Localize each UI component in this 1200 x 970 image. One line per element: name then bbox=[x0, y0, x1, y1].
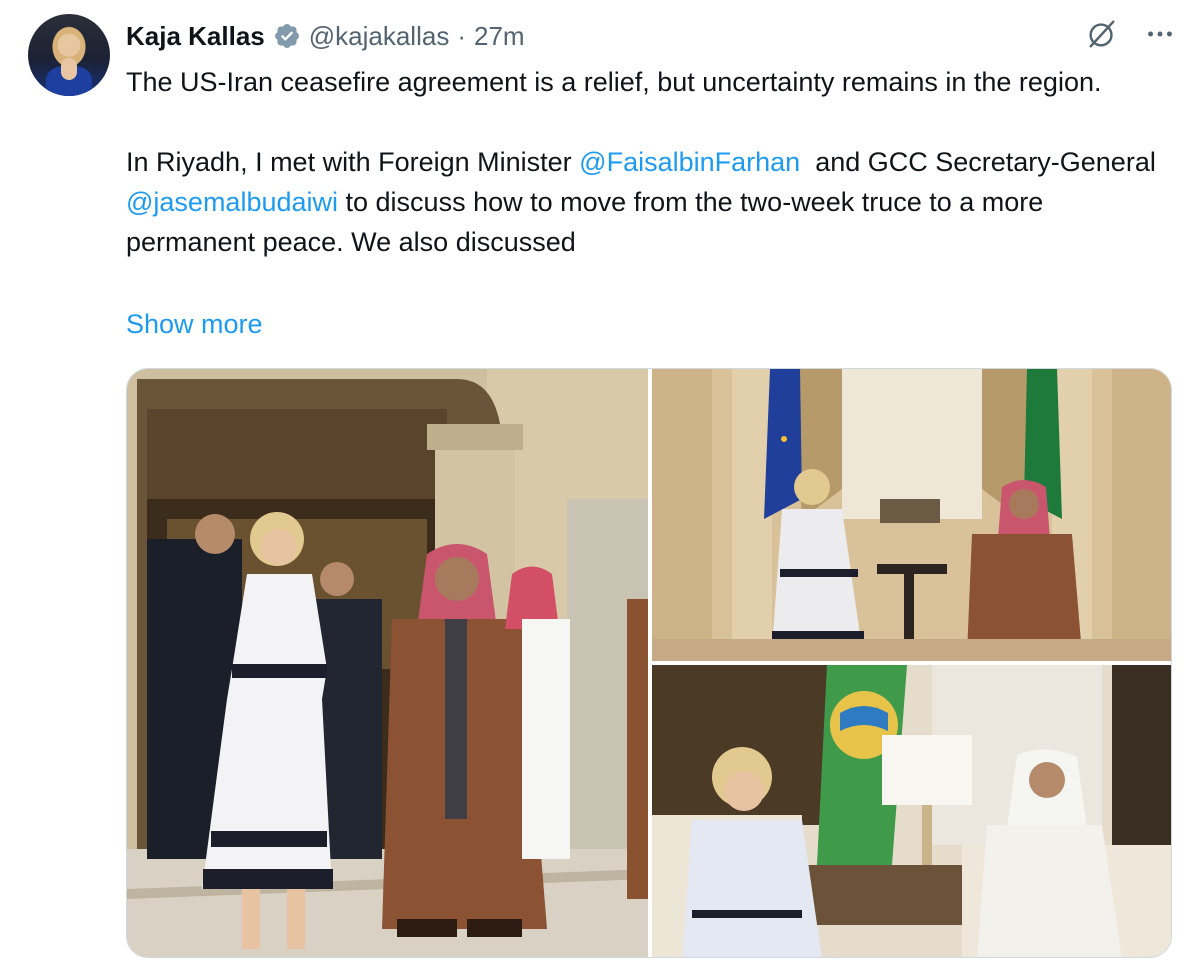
author-avatar[interactable] bbox=[28, 14, 110, 96]
text-segment: and GCC Secretary-General bbox=[800, 147, 1164, 177]
show-more-link[interactable]: Show more bbox=[126, 304, 263, 344]
tweet-header: Kaja Kallas @kajakallas · 27m bbox=[126, 18, 525, 54]
tweet-timestamp[interactable]: 27m bbox=[474, 21, 525, 52]
tweet-card: Kaja Kallas @kajakallas · 27m The US-Ira… bbox=[0, 0, 1200, 970]
tweet-text: The US-Iran ceasefire agreement is a rel… bbox=[126, 62, 1176, 262]
more-options-icon[interactable] bbox=[1142, 16, 1178, 52]
author-handle[interactable]: @kajakallas bbox=[309, 21, 450, 52]
avatar-hands bbox=[61, 58, 77, 80]
tweet-paragraph-2: In Riyadh, I met with Foreign Minister @… bbox=[126, 142, 1176, 262]
verified-badge-icon bbox=[273, 22, 301, 50]
tweet-paragraph-1: The US-Iran ceasefire agreement is a rel… bbox=[126, 67, 1102, 97]
text-segment: In Riyadh, I met with Foreign Minister bbox=[126, 147, 580, 177]
mention-jasemalbudaiwi[interactable]: @jasemalbudaiwi bbox=[126, 187, 338, 217]
separator-dot: · bbox=[457, 20, 466, 51]
photo-meeting-gcc[interactable] bbox=[652, 665, 1171, 957]
mention-faisalbinfarhan[interactable]: @FaisalbinFarhan bbox=[579, 147, 800, 177]
author-name[interactable]: Kaja Kallas bbox=[126, 21, 265, 52]
media-grid bbox=[126, 368, 1172, 958]
header-actions bbox=[1084, 16, 1178, 52]
photo-handshake[interactable] bbox=[127, 369, 648, 957]
photo-meeting-flags[interactable] bbox=[652, 369, 1171, 661]
grok-slash-icon[interactable] bbox=[1084, 16, 1120, 52]
